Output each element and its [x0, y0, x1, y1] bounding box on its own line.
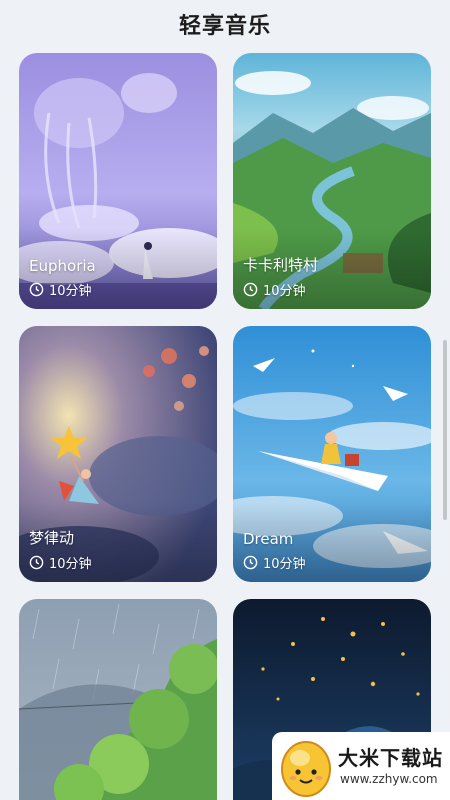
card-duration: 10分钟 — [29, 553, 92, 572]
site-mascot-logo — [281, 741, 331, 797]
card-artwork-rain-forest — [19, 599, 217, 800]
card-duration-text: 10分钟 — [49, 284, 92, 299]
card-duration-text: 10分钟 — [263, 557, 306, 572]
card-duration: 10分钟 — [29, 280, 92, 299]
card-duration-text: 10分钟 — [49, 557, 92, 572]
card-duration: 10分钟 — [243, 280, 306, 299]
card-title: Euphoria — [29, 257, 96, 275]
watermark-badge: 大米下载站 www.zzhyw.com — [272, 732, 450, 800]
card-title: 卡卡利特村 — [243, 256, 319, 274]
watermark-site-url: www.zzhyw.com — [340, 772, 438, 786]
card-duration: 10分钟 — [243, 553, 306, 572]
clock-icon — [243, 282, 258, 297]
music-card-rain[interactable] — [19, 599, 217, 800]
scrollbar[interactable] — [443, 340, 447, 520]
clock-icon — [243, 555, 258, 570]
card-title: Dream — [243, 530, 294, 548]
clock-icon — [29, 555, 44, 570]
page-title: 轻享音乐 — [178, 14, 271, 39]
clock-icon — [29, 282, 44, 297]
music-card-euphoria[interactable]: Euphoria 10分钟 — [19, 53, 217, 309]
music-card-dream-rhythm[interactable]: 梦律动 10分钟 — [19, 326, 217, 582]
watermark-site-name: 大米下载站 — [338, 746, 443, 770]
music-card-dream[interactable]: Dream 10分钟 — [233, 326, 431, 582]
card-title: 梦律动 — [29, 529, 75, 547]
card-duration-text: 10分钟 — [263, 284, 306, 299]
music-card-village[interactable]: 卡卡利特村 10分钟 — [233, 53, 431, 309]
